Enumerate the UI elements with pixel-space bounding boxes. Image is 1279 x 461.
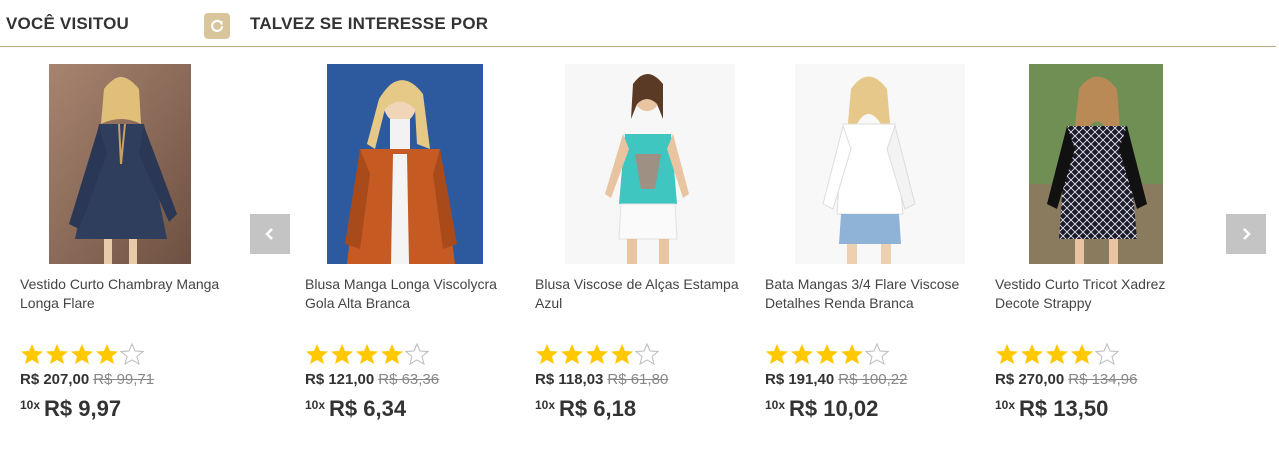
installment-count: 10x <box>765 398 786 412</box>
rating-stars <box>765 343 889 365</box>
product-image[interactable] <box>995 64 1201 264</box>
star-filled-icon <box>561 344 583 364</box>
star-filled-icon <box>766 344 788 364</box>
carousel-next-button[interactable] <box>1226 214 1266 254</box>
suggestions-title: TALVEZ SE INTERESSE POR <box>250 14 489 33</box>
chevron-right-icon <box>1243 228 1251 240</box>
star-filled-icon <box>1021 344 1043 364</box>
installment-line: 10x R$ 10,02 <box>765 396 878 422</box>
product-card[interactable]: Bata Mangas 3/4 Flare Viscose Detalhes R… <box>765 64 985 421</box>
chevron-left-icon <box>265 228 273 240</box>
header-divider <box>0 46 1276 47</box>
product-name[interactable]: Blusa Viscose de Alças Estampa Azul <box>535 275 745 313</box>
star-filled-icon <box>331 344 353 364</box>
star-filled-icon <box>306 344 328 364</box>
product-card[interactable]: Vestido Curto Tricot Xadrez Decote Strap… <box>995 64 1215 421</box>
old-price: R$ 134,96 <box>1068 371 1138 388</box>
visited-title: VOCÊ VISITOU <box>6 14 130 33</box>
installment-line: 10x R$ 13,50 <box>995 396 1108 422</box>
star-filled-icon <box>46 344 68 364</box>
star-filled-icon <box>21 344 43 364</box>
product-card[interactable]: Vestido Curto Chambray Manga Longa Flare… <box>20 64 240 421</box>
star-empty-icon <box>405 343 429 365</box>
product-image[interactable] <box>765 64 971 264</box>
product-card[interactable]: Blusa Viscose de Alças Estampa Azul R$ 1… <box>535 64 755 421</box>
price-line: R$ 207,00 R$ 99,71 <box>20 371 154 388</box>
star-empty-icon <box>1095 343 1119 365</box>
product-image[interactable] <box>49 64 220 264</box>
product-name[interactable]: Vestido Curto Chambray Manga Longa Flare <box>20 275 230 313</box>
price-line: R$ 118,03 R$ 61,80 <box>535 371 668 388</box>
star-empty-icon <box>120 343 144 365</box>
product-card[interactable]: Blusa Manga Longa Viscolycra Gola Alta B… <box>305 64 525 421</box>
installment-value: R$ 6,18 <box>559 396 637 421</box>
installment-line: 10x R$ 6,18 <box>535 396 636 422</box>
star-filled-icon <box>791 344 813 364</box>
installment-line: 10x R$ 9,97 <box>20 396 121 422</box>
price-line: R$ 121,00 R$ 63,36 <box>305 371 439 388</box>
installment-count: 10x <box>535 398 556 412</box>
star-filled-icon <box>816 344 838 364</box>
installment-value: R$ 9,97 <box>44 396 122 421</box>
rating-stars <box>20 343 144 365</box>
current-price: R$ 191,40 <box>765 371 835 388</box>
installment-count: 10x <box>20 398 41 412</box>
installment-value: R$ 10,02 <box>789 396 879 421</box>
product-name[interactable]: Bata Mangas 3/4 Flare Viscose Detalhes R… <box>765 275 975 313</box>
star-filled-icon <box>586 344 608 364</box>
star-filled-icon <box>1046 344 1068 364</box>
star-filled-icon <box>841 344 863 364</box>
old-price: R$ 61,80 <box>607 371 669 388</box>
star-filled-icon <box>381 344 403 364</box>
old-price: R$ 100,22 <box>838 371 908 388</box>
carousel-prev-button[interactable] <box>250 214 290 254</box>
refresh-icon <box>211 19 224 32</box>
star-filled-icon <box>71 344 93 364</box>
price-line: R$ 270,00 R$ 134,96 <box>995 371 1137 388</box>
installment-value: R$ 13,50 <box>1019 396 1109 421</box>
star-empty-icon <box>635 343 659 365</box>
product-image[interactable] <box>535 64 741 264</box>
old-price: R$ 99,71 <box>93 371 155 388</box>
rating-stars <box>535 343 659 365</box>
price-line: R$ 191,40 R$ 100,22 <box>765 371 907 388</box>
current-price: R$ 270,00 <box>995 371 1065 388</box>
current-price: R$ 207,00 <box>20 371 90 388</box>
star-filled-icon <box>1071 344 1093 364</box>
product-image[interactable] <box>305 64 511 264</box>
current-price: R$ 118,03 <box>535 371 604 388</box>
star-filled-icon <box>611 344 633 364</box>
rating-stars <box>305 343 429 365</box>
star-filled-icon <box>996 344 1018 364</box>
product-name[interactable]: Vestido Curto Tricot Xadrez Decote Strap… <box>995 275 1205 313</box>
star-empty-icon <box>865 343 889 365</box>
star-filled-icon <box>356 344 378 364</box>
product-name[interactable]: Blusa Manga Longa Viscolycra Gola Alta B… <box>305 275 515 313</box>
installment-value: R$ 6,34 <box>329 396 407 421</box>
installment-line: 10x R$ 6,34 <box>305 396 406 422</box>
old-price: R$ 63,36 <box>378 371 440 388</box>
installment-count: 10x <box>995 398 1016 412</box>
refresh-button[interactable] <box>204 13 230 39</box>
current-price: R$ 121,00 <box>305 371 375 388</box>
star-filled-icon <box>536 344 558 364</box>
rating-stars <box>995 343 1119 365</box>
star-filled-icon <box>96 344 118 364</box>
installment-count: 10x <box>305 398 326 412</box>
